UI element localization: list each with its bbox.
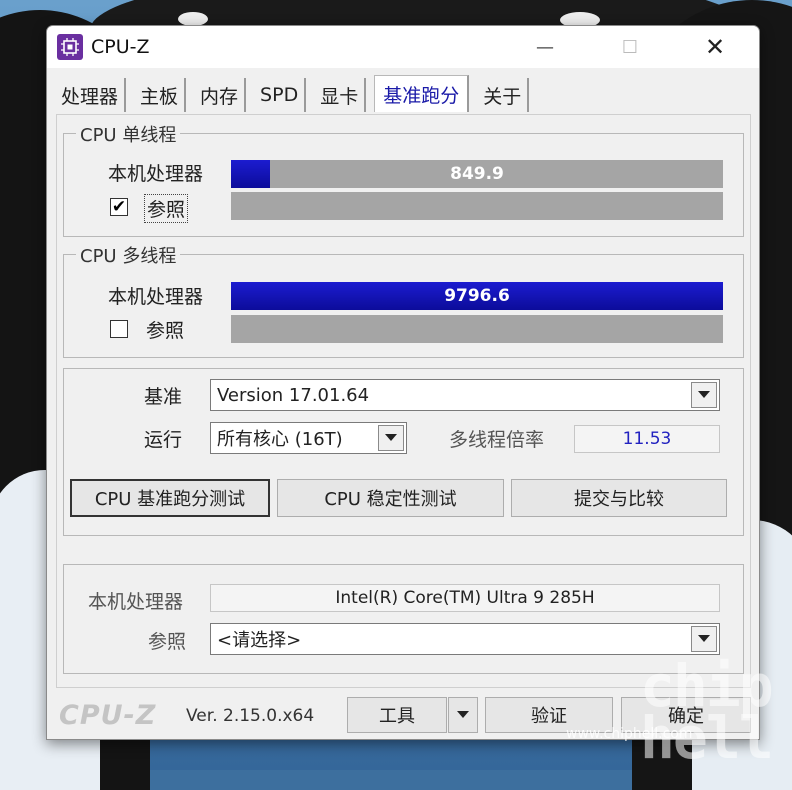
submit-compare-button[interactable]: 提交与比较 — [511, 479, 727, 517]
tools-button[interactable]: 工具 — [347, 697, 447, 733]
tab-bar: 处理器 主板 内存 SPD 显卡 基准跑分 关于 — [55, 75, 537, 114]
cpu-stress-button[interactable]: CPU 稳定性测试 — [277, 479, 504, 517]
tab-mainboard[interactable]: 主板 — [134, 78, 187, 112]
reference-cpu-select[interactable]: <请选择> — [210, 623, 720, 655]
bench-settings-group: 基准 Version 17.01.64 运行 所有核心 (16T) 多线程倍率 … — [63, 368, 744, 536]
multithread-ratio-value: 11.53 — [574, 425, 720, 453]
chevron-down-icon[interactable] — [691, 626, 717, 652]
chiphell-watermark-logo: chip hell — [640, 657, 774, 767]
checkmark-icon: ✔ — [111, 196, 127, 217]
chevron-down-icon — [457, 711, 469, 718]
single-reference-label[interactable]: 参照 — [144, 194, 189, 223]
single-reference-checkbox[interactable]: ✔ — [110, 198, 128, 216]
multi-reference-label[interactable]: 参照 — [146, 316, 184, 343]
single-this-cpu-label: 本机处理器 — [108, 163, 204, 185]
close-button[interactable]: ✕ — [695, 32, 735, 62]
version-text: Ver. 2.15.0.x64 — [186, 706, 315, 726]
single-thread-title: CPU 单线程 — [76, 121, 181, 147]
tools-dropdown-button[interactable] — [448, 697, 478, 733]
minimize-button[interactable]: — — [525, 32, 565, 62]
multi-reference-bar — [231, 315, 723, 343]
single-this-cpu-bar: 849.9 — [231, 160, 723, 188]
run-threads-label: 运行 — [144, 429, 183, 451]
benchmark-version-select[interactable]: Version 17.01.64 — [210, 379, 720, 411]
benchmark-version-value: Version 17.01.64 — [217, 384, 370, 406]
tab-bench[interactable]: 基准跑分 — [374, 75, 470, 112]
multi-this-cpu-label: 本机处理器 — [108, 286, 204, 308]
cpuz-app-icon — [57, 34, 83, 60]
chiphell-watermark-url: www.chiphell.com — [566, 726, 693, 742]
multithread-ratio-label: 多线程倍率 — [449, 429, 545, 451]
run-threads-value: 所有核心 (16T) — [217, 429, 343, 450]
multi-this-cpu-bar: 9796.6 — [231, 282, 723, 310]
multi-thread-group: CPU 多线程 本机处理器 9796.6 参照 — [63, 242, 744, 358]
multi-this-cpu-score: 9796.6 — [444, 286, 510, 306]
cpuz-logo: CPU-Z — [59, 700, 157, 731]
this-cpu-name-label: 本机处理器 — [88, 591, 184, 613]
multi-thread-title: CPU 多线程 — [76, 242, 181, 268]
tab-spd[interactable]: SPD — [254, 78, 307, 112]
benchmark-version-label: 基准 — [144, 386, 183, 408]
reference-cpu-label: 参照 — [148, 631, 187, 653]
tab-memory[interactable]: 内存 — [194, 78, 247, 112]
this-cpu-name-value: Intel(R) Core(TM) Ultra 9 285H — [210, 584, 720, 612]
bench-panel: CPU 单线程 本机处理器 849.9 ✔ 参照 CPU 多线程 本机处理器 9… — [56, 114, 751, 688]
single-this-cpu-score: 849.9 — [450, 164, 504, 184]
single-reference-bar — [231, 192, 723, 220]
cpuz-window: CPU-Z — ☐ ✕ 处理器 主板 内存 SPD 显卡 基准跑分 关于 CPU… — [46, 25, 760, 740]
maximize-button[interactable]: ☐ — [610, 32, 650, 62]
cpu-bench-button[interactable]: CPU 基准跑分测试 — [70, 479, 270, 517]
title-bar[interactable]: CPU-Z — ☐ ✕ — [47, 26, 759, 68]
run-threads-select[interactable]: 所有核心 (16T) — [210, 422, 407, 454]
single-thread-group: CPU 单线程 本机处理器 849.9 ✔ 参照 — [63, 121, 744, 237]
reference-cpu-value: <请选择> — [217, 630, 302, 651]
tab-graphics[interactable]: 显卡 — [314, 78, 367, 112]
multi-reference-checkbox[interactable] — [110, 320, 128, 338]
chevron-down-icon[interactable] — [691, 382, 717, 408]
chevron-down-icon[interactable] — [378, 425, 404, 451]
tab-about[interactable]: 关于 — [477, 78, 530, 112]
window-title: CPU-Z — [91, 36, 150, 58]
tab-processor[interactable]: 处理器 — [55, 78, 127, 112]
